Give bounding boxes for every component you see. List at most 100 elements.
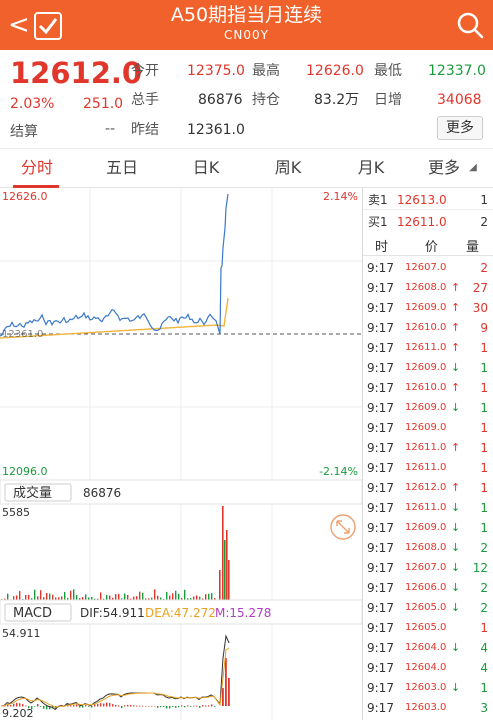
price-chart[interactable]: 12626.0 2.14% 12361.0 12096.0 -2.14% [0, 188, 362, 480]
tick-row[interactable]: 9:17 12604.0 4 [363, 658, 493, 678]
volume-bar [219, 570, 221, 600]
volume-bar [106, 595, 108, 600]
col-qty: 量 [466, 240, 480, 255]
macd-bar [181, 705, 183, 707]
tick-price: 12608.0 [405, 542, 447, 553]
tick-row[interactable]: 9:17 12608.0 ↓ 2 [363, 538, 493, 558]
tick-qty: 1 [480, 481, 488, 495]
tick-row[interactable]: 9:17 12607.0 2 [363, 258, 493, 278]
tab-day-k[interactable]: 日K [178, 149, 234, 188]
tick-row[interactable]: 9:17 12608.0 ↑ 27 [363, 278, 493, 298]
open-interest-value: 83.2万 [314, 92, 360, 108]
tick-direction-icon: ↓ [451, 521, 461, 534]
tick-price: 12606.0 [405, 582, 447, 593]
tick-row[interactable]: 9:17 12611.0 ↑ 1 [363, 338, 493, 358]
tick-qty: 4 [480, 641, 488, 655]
macd-bar [34, 706, 36, 707]
tick-row[interactable]: 9:17 12609.0 ↑ 30 [363, 298, 493, 318]
volume-bar [193, 596, 195, 600]
ask-row[interactable]: 卖1 12613.0 1 [363, 190, 493, 210]
tick-row[interactable]: 9:17 12610.0 ↑ 1 [363, 378, 493, 398]
volume-total: 86876 [83, 486, 121, 500]
volume-bar [61, 596, 63, 600]
tick-row[interactable]: 9:17 12609.0 ↓ 1 [363, 518, 493, 538]
volume-bar [224, 540, 226, 600]
macd-bar [187, 705, 189, 707]
tick-direction-icon: ↓ [451, 401, 461, 414]
charts-svg: 12626.0 2.14% 12361.0 12096.0 -2.14% 成交量… [0, 188, 363, 720]
expand-icon[interactable] [330, 514, 356, 540]
volume-bar [100, 592, 102, 600]
last-price: 12612.0 [10, 56, 143, 90]
tick-row[interactable]: 9:17 12611.0 ↑ 1 [363, 438, 493, 458]
tab-more[interactable]: 更多 [424, 149, 464, 188]
macd-bar [46, 706, 48, 710]
macd-bar [97, 704, 99, 707]
tick-price: 12608.0 [405, 282, 447, 293]
macd-bar [112, 704, 114, 707]
tick-row[interactable]: 9:17 12606.0 ↓ 2 [363, 578, 493, 598]
tick-row[interactable]: 9:17 12605.0 ↓ 2 [363, 598, 493, 618]
open-label: 今开 [131, 63, 159, 79]
tick-row[interactable]: 9:17 12610.0 ↑ 9 [363, 318, 493, 338]
tick-direction-icon: ↓ [451, 501, 461, 514]
search-icon[interactable] [455, 10, 485, 40]
change-percent: 2.03% [10, 96, 55, 112]
tick-row[interactable]: 9:17 12607.0 ↓ 12 [363, 558, 493, 578]
tick-direction-icon: ↓ [451, 581, 461, 594]
tick-time: 9:17 [367, 561, 394, 575]
tick-row[interactable]: 9:17 12612.0 ↑ 1 [363, 478, 493, 498]
settle-label: 结算 [10, 124, 38, 140]
tab-month-k[interactable]: 月K [343, 149, 399, 188]
tick-qty: 30 [472, 301, 488, 315]
tick-row[interactable]: 9:17 12609.0 ↓ 1 [363, 398, 493, 418]
macd-bar [94, 704, 96, 707]
volume-bar [70, 590, 72, 600]
tick-row[interactable]: 9:17 12611.0 ↓ 1 [363, 498, 493, 518]
tick-time: 9:17 [367, 261, 394, 275]
macd-bar [154, 705, 156, 707]
tick-row[interactable]: 9:17 12611.0 1 [363, 458, 493, 478]
tab-five-day[interactable]: 五日 [94, 149, 150, 188]
macd-bar [160, 706, 162, 708]
macd-bar [115, 705, 117, 707]
tick-direction-icon: ↓ [451, 361, 461, 374]
tab-more-arrow-icon[interactable]: ◢ [462, 149, 484, 188]
tick-time: 9:17 [367, 601, 394, 615]
macd-bar [109, 702, 111, 707]
low-label: 最低 [374, 63, 402, 79]
tick-row[interactable]: 9:17 12609.0 ↓ 1 [363, 358, 493, 378]
tick-row[interactable]: 9:17 12609.0 1 [363, 418, 493, 438]
order-book: 卖1 12613.0 1 买1 12611.0 2 时 价 量 9:17 1260… [362, 188, 493, 720]
macd-bar [103, 703, 105, 707]
bid-row[interactable]: 买1 12611.0 2 [363, 212, 493, 232]
app-header: < A50期指当月连续 CN00Y [0, 0, 493, 50]
macd-chart[interactable]: 54.911 9.202 [0, 624, 273, 720]
bid-qty: 2 [480, 215, 488, 229]
volume-bar [178, 593, 180, 600]
tick-qty: 1 [480, 461, 488, 475]
tick-price: 12603.0 [405, 702, 447, 713]
tick-time: 9:17 [367, 501, 394, 515]
macd-bar [208, 705, 210, 707]
more-button[interactable]: 更多 [437, 116, 483, 140]
macd-title: MACD [13, 606, 52, 621]
volume-bar [85, 594, 87, 600]
tick-time: 9:17 [367, 461, 394, 475]
volume-bar [124, 593, 126, 600]
tick-direction-icon: ↓ [451, 681, 461, 694]
tab-intraday[interactable]: 分时 [10, 149, 64, 188]
tick-row[interactable]: 9:17 12605.0 1 [363, 618, 493, 638]
macd-bar [196, 705, 198, 707]
tick-header: 时 价 量 [363, 234, 493, 256]
volume-bar [28, 594, 30, 600]
tick-row[interactable]: 9:17 12603.0 ↓ 1 [363, 678, 493, 698]
tick-qty: 12 [472, 561, 488, 575]
tick-row[interactable]: 9:17 12604.0 ↓ 4 [363, 638, 493, 658]
tick-row[interactable]: 9:17 12603.0 3 [363, 698, 493, 718]
macd-bar [124, 705, 126, 707]
volume-chart[interactable]: 5585 [1, 504, 356, 600]
tick-direction-icon: ↓ [451, 601, 461, 614]
tick-time: 9:17 [367, 421, 394, 435]
tab-week-k[interactable]: 周K [260, 149, 316, 188]
